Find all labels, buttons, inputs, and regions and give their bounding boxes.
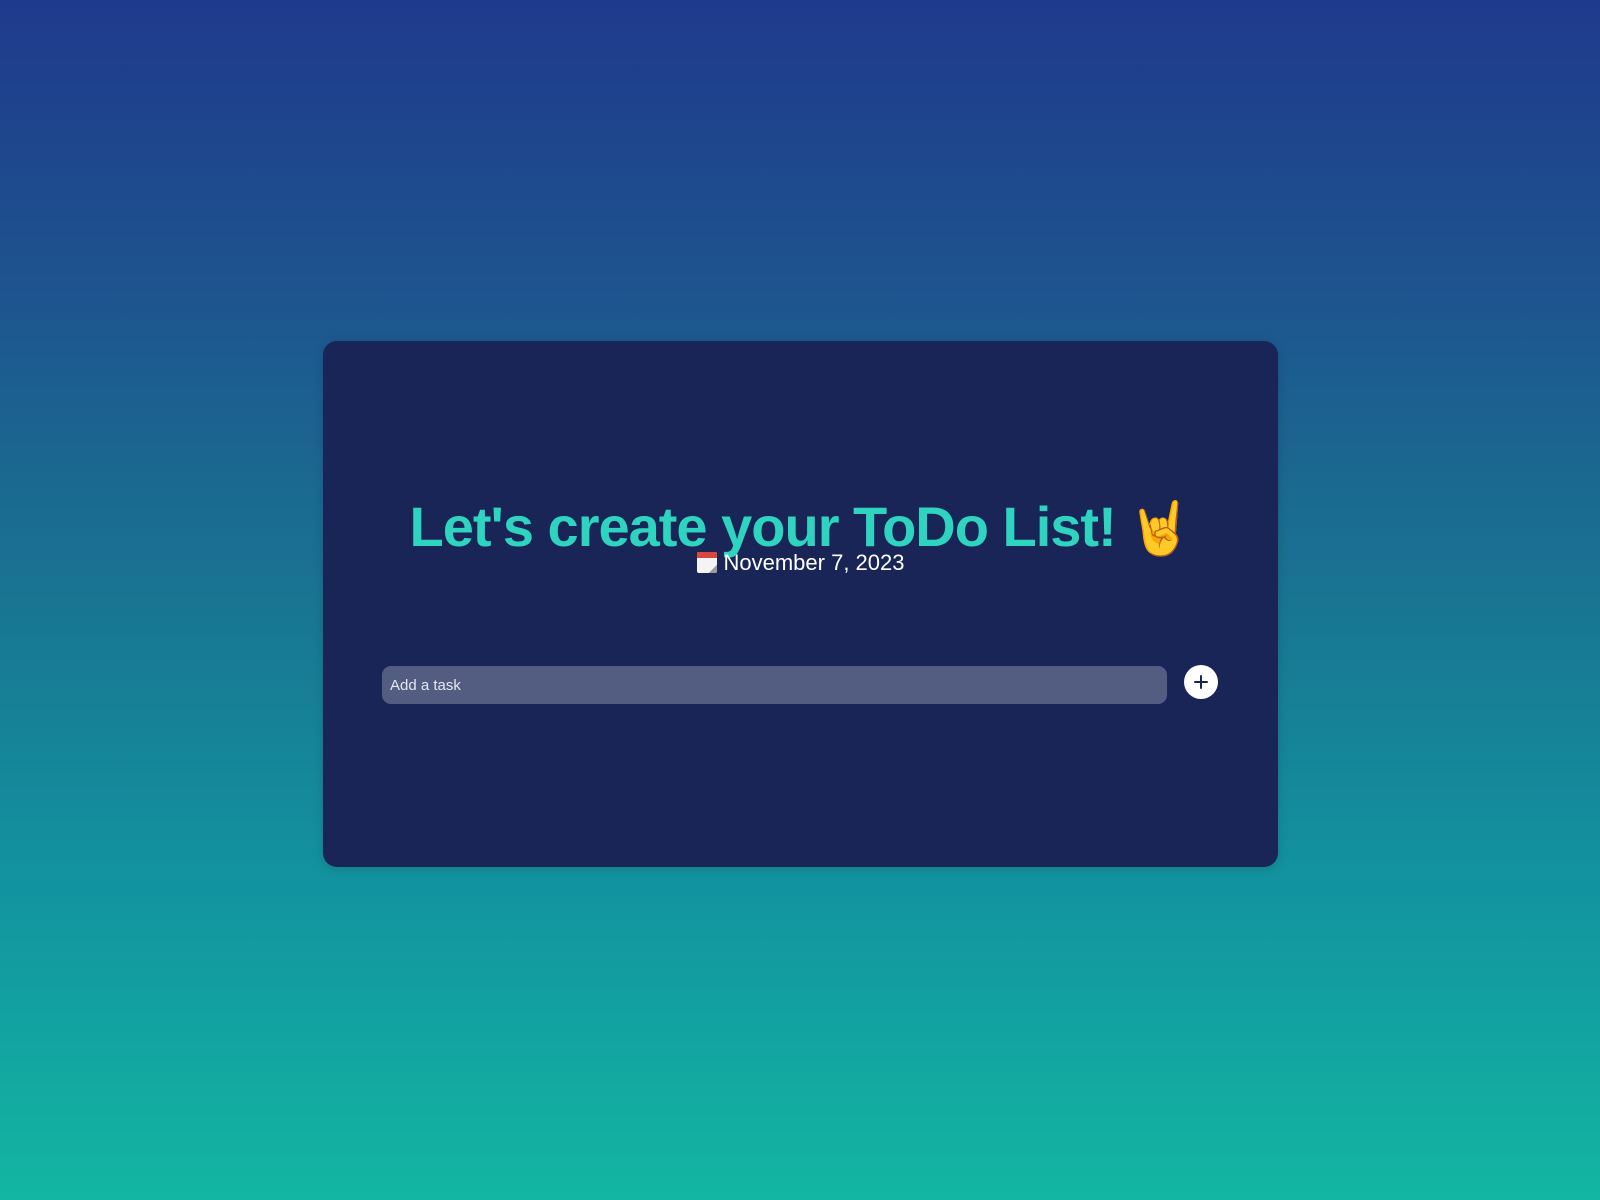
task-input-container [382, 666, 1167, 704]
date-display: November 7, 2023 [323, 550, 1278, 576]
add-task-button[interactable] [1184, 665, 1218, 699]
title-text: Let's create your ToDo List! [409, 494, 1117, 558]
task-input[interactable] [382, 666, 1167, 704]
calendar-icon [696, 552, 717, 573]
date-text: November 7, 2023 [723, 550, 905, 575]
plus-icon [1194, 675, 1208, 689]
page-title: Let's create your ToDo List! 🤘 [323, 494, 1278, 559]
todo-card: Let's create your ToDo List! 🤘 November 7… [323, 341, 1278, 867]
